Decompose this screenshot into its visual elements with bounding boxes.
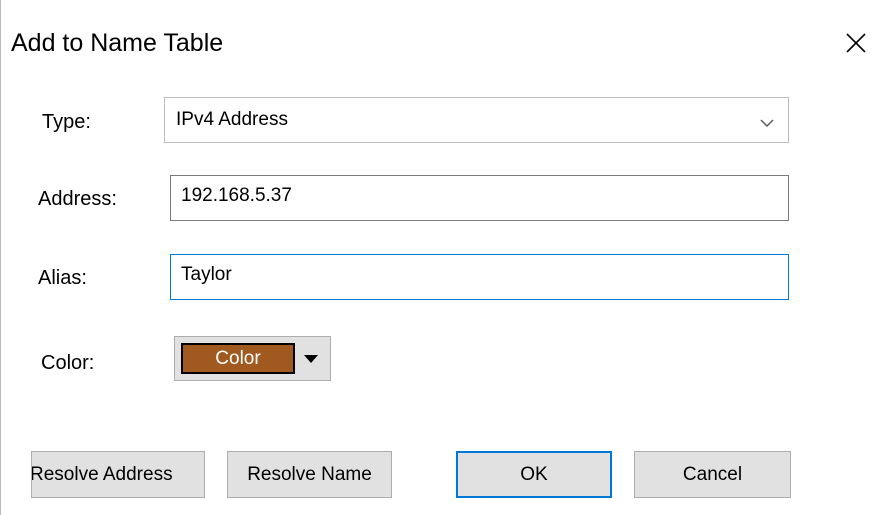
address-input-value: 192.168.5.37 (181, 185, 292, 206)
type-select-value: IPv4 Address (176, 109, 288, 130)
alias-label: Alias: (38, 267, 87, 289)
close-button[interactable] (841, 28, 871, 58)
ok-label: OK (520, 464, 548, 485)
alias-input-value: Taylor (181, 264, 232, 285)
alias-input[interactable]: Taylor (170, 254, 789, 300)
type-label: Type: (42, 111, 91, 133)
close-icon (841, 28, 871, 58)
color-label: Color: (41, 352, 95, 374)
cancel-label: Cancel (682, 464, 743, 485)
color-swatch: Color (181, 343, 295, 374)
cancel-button[interactable]: Cancel (634, 451, 791, 498)
add-to-name-table-dialog: Add to Name Table Type: IPv4 Address Add… (0, 0, 885, 515)
dialog-title: Add to Name Table (11, 29, 224, 57)
resolve-name-label: Resolve Name (247, 464, 372, 485)
triangle-down-icon (303, 352, 319, 370)
ok-button[interactable]: OK (456, 451, 612, 498)
color-picker-button[interactable]: Color (174, 336, 331, 381)
resolve-address-label: Resolve Address (31, 464, 173, 485)
type-select[interactable]: IPv4 Address (164, 97, 789, 143)
chevron-down-icon[interactable] (760, 115, 774, 133)
resolve-address-button[interactable]: Resolve Address (31, 451, 205, 498)
address-input[interactable]: 192.168.5.37 (170, 175, 789, 221)
address-label: Address: (38, 188, 117, 210)
resolve-name-button[interactable]: Resolve Name (227, 451, 392, 498)
